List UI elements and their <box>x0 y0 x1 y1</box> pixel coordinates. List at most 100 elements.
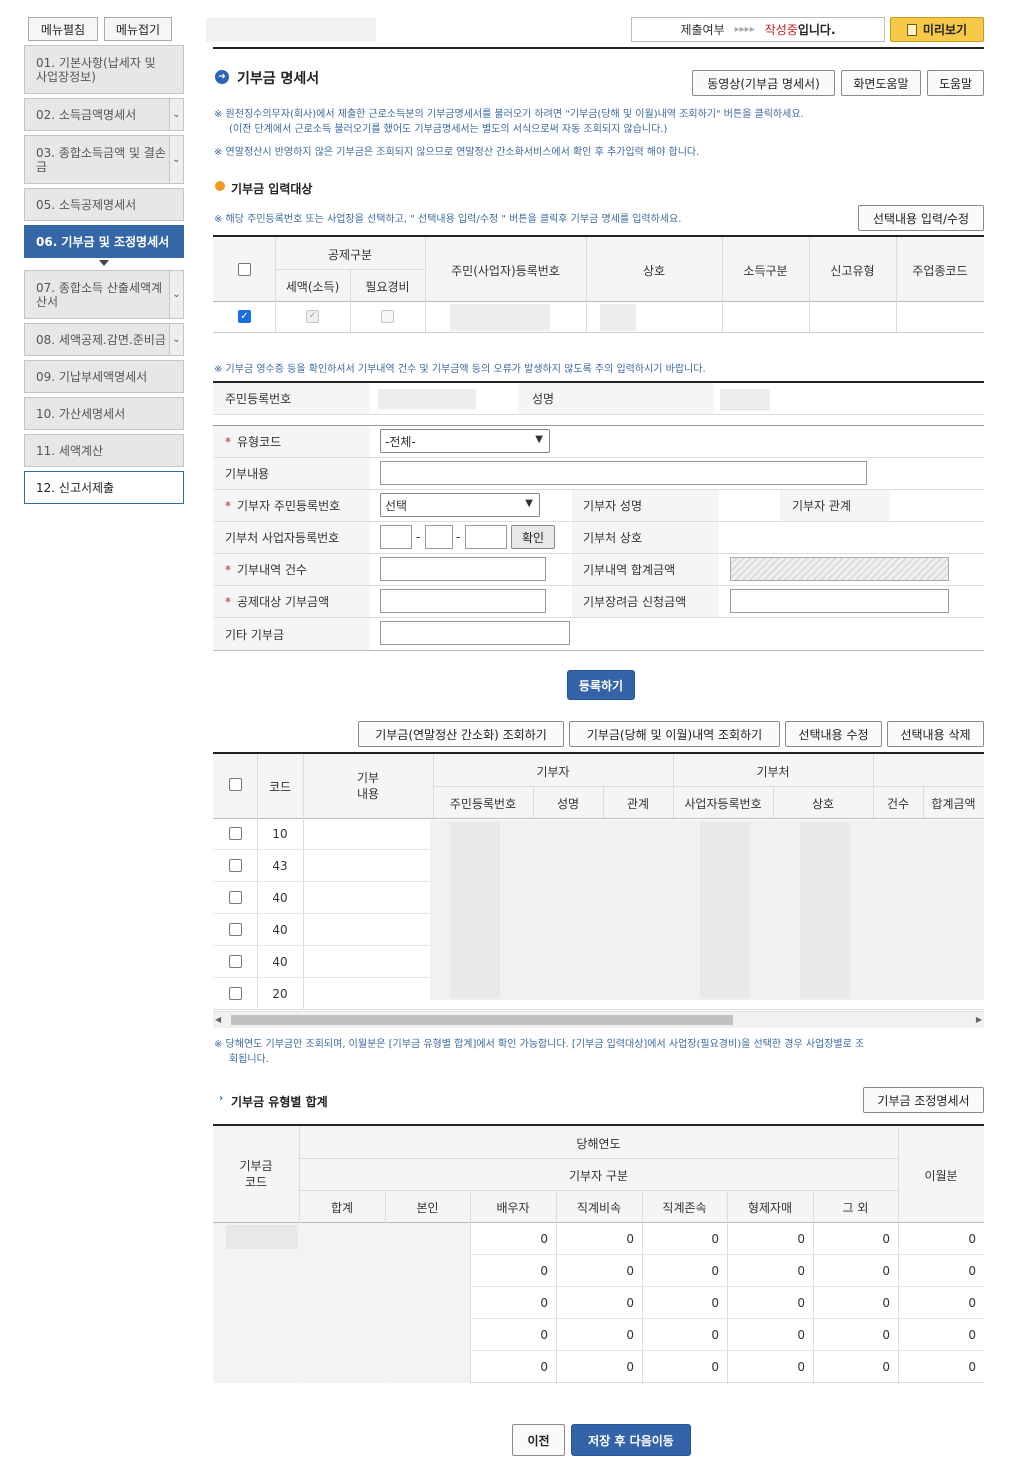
header-divider <box>213 47 984 49</box>
content-input[interactable] <box>380 461 867 485</box>
scrollbar-thumb[interactable] <box>231 1015 733 1025</box>
select-all-checkbox[interactable] <box>238 263 251 276</box>
sidebar-item-total-income[interactable]: 03. 종합소득금액 및 결손금 ⌄ <box>24 135 184 184</box>
sidebar-item-label: 08. 세액공제.감면.준비금 <box>36 332 166 347</box>
summary-row-descendant: 0 <box>626 1328 634 1342</box>
list-row-code: 20 <box>272 987 288 1001</box>
summary-row-carryover: 0 <box>968 1360 976 1374</box>
redacted-company <box>600 304 636 331</box>
redacted-header <box>206 18 376 42</box>
summary-row-ascendant: 0 <box>711 1328 719 1342</box>
count-input[interactable] <box>380 557 546 581</box>
sidebar-item-income-statement[interactable]: 02. 소득금액명세서 ⌄ <box>24 98 184 131</box>
note-current-year: ※ 당해연도 기부금만 조회되며, 이월분은 [기부금 유형별 합계]에서 확인… <box>214 1039 865 1050</box>
list-row-code: 40 <box>272 923 288 937</box>
video-help-button[interactable]: 동영상(기부금 명세서) <box>692 70 835 96</box>
summary-row-carryover: 0 <box>968 1264 976 1278</box>
delete-selected-row-button[interactable]: 선택내용 삭제 <box>887 721 984 747</box>
sidebar-item-income-deduction[interactable]: 05. 소득공제명세서 <box>24 188 184 221</box>
sidebar-item-tax-credit[interactable]: 08. 세액공제.감면.준비금 ⌄ <box>24 323 184 356</box>
list-row-checkbox[interactable] <box>229 859 242 872</box>
redacted-reg-no <box>450 304 550 331</box>
summary-row-descendant: 0 <box>626 1360 634 1374</box>
total-label: 기부내역 합계금액 <box>583 563 676 577</box>
scroll-left-icon[interactable]: ◀ <box>215 1015 221 1024</box>
count-label-text: 기부내역 건수 <box>237 563 308 577</box>
sidebar-item-donation[interactable]: 06. 기부금 및 조정명세서 <box>24 225 184 258</box>
header-company: 상호 <box>642 264 666 278</box>
biz-no-part3-input[interactable] <box>465 525 507 549</box>
preview-label: 미리보기 <box>922 23 968 37</box>
query-simple-button[interactable]: 기부금(연말정산 간소화) 조회하기 <box>358 721 564 747</box>
redacted-resident-no <box>378 389 476 409</box>
sidebar-item-basic-info[interactable]: 01. 기본사항(납세자 및 사업장정보) <box>24 45 184 94</box>
scroll-right-icon[interactable]: ▶ <box>976 1015 982 1024</box>
sidebar-item-tax-calc-statement[interactable]: 07. 종합소득 산출세액계산서 ⌄ <box>24 270 184 319</box>
help-button[interactable]: 도움말 <box>927 70 984 96</box>
biz-no-part2-input[interactable] <box>425 525 453 549</box>
preview-button[interactable]: 미리보기 <box>890 17 984 42</box>
incentive-label: 기부장려금 신청금액 <box>583 595 687 609</box>
summary-row-descendant: 0 <box>626 1264 634 1278</box>
type-code-select[interactable]: -전체- ▼ <box>380 429 550 453</box>
donor-id-select[interactable]: 선택 ▼ <box>380 493 540 517</box>
redacted-list-data <box>450 822 500 998</box>
tax-deduction-checkbox: ✓ <box>306 310 319 323</box>
summary-row-other: 0 <box>882 1296 890 1310</box>
edit-selected-row-button[interactable]: 선택내용 수정 <box>785 721 882 747</box>
other-donation-input[interactable] <box>380 621 570 645</box>
note-load-donations: ※ 원천징수의무자(회사)에서 제출한 근로소득분의 기부금명세서를 불러오기 … <box>214 109 804 120</box>
list-scrollbar[interactable]: ◀ ▶ <box>213 1011 984 1028</box>
chevron-down-icon[interactable]: ⌄ <box>169 99 183 130</box>
menu-expand-button[interactable]: 메뉴펼침 <box>28 17 98 41</box>
list-select-all-checkbox[interactable] <box>229 778 242 791</box>
summary-header-sibling: 형제자매 <box>747 1201 793 1215</box>
list-row-checkbox[interactable] <box>229 987 242 1000</box>
chevron-down-icon[interactable]: ⌄ <box>169 324 183 355</box>
summary-row-sibling: 0 <box>797 1232 805 1246</box>
menu-collapse-button[interactable]: 메뉴접기 <box>104 17 172 41</box>
redacted-name <box>720 389 770 411</box>
note-year-end: ※ 연말정산시 반영하지 않은 기부금은 조회되지 않으므로 연말정산 간소화서… <box>214 147 700 158</box>
sidebar-item-additional-tax[interactable]: 10. 가산세명세서 <box>24 397 184 430</box>
summary-row-descendant: 0 <box>626 1296 634 1310</box>
save-next-button[interactable]: 저장 후 다음이동 <box>571 1424 691 1456</box>
query-year-button[interactable]: 기부금(당해 및 이월)내역 조회하기 <box>569 721 780 747</box>
note-receipt-check: ※ 기부금 영수증 등을 확인하셔서 기부내역 건수 및 기부금액 등의 오류가… <box>214 364 706 375</box>
list-header-count: 건수 <box>886 797 910 811</box>
summary-row-spouse: 0 <box>540 1296 548 1310</box>
summary-row-carryover: 0 <box>968 1296 976 1310</box>
expense-checkbox[interactable] <box>381 310 394 323</box>
deduct-amount-input[interactable] <box>380 589 546 613</box>
screen-help-button[interactable]: 화면도움말 <box>841 70 921 96</box>
status-suffix: 입니다. <box>797 23 836 37</box>
sidebar-item-tax-computation[interactable]: 11. 세액계산 <box>24 434 184 467</box>
donor-id-label-text: 기부자 주민등록번호 <box>237 499 341 513</box>
list-row-checkbox[interactable] <box>229 923 242 936</box>
target-row-checkbox[interactable]: ✓ <box>238 310 251 323</box>
chevron-down-icon[interactable]: ⌄ <box>169 136 183 183</box>
header-reg-no: 주민(사업자)등록번호 <box>451 264 560 278</box>
edit-selected-button[interactable]: 선택내용 입력/수정 <box>858 205 984 231</box>
list-row-code: 40 <box>272 891 288 905</box>
other-donation-label: 기타 기부금 <box>225 628 285 642</box>
prev-button[interactable]: 이전 <box>512 1424 565 1456</box>
list-row-checkbox[interactable] <box>229 827 242 840</box>
summary-header-current-year: 당해연도 <box>576 1137 621 1151</box>
biz-no-confirm-button[interactable]: 확인 <box>511 525 555 549</box>
summary-row-ascendant: 0 <box>711 1296 719 1310</box>
status-text: 작성중입니다. <box>765 21 836 38</box>
incentive-input[interactable] <box>730 589 949 613</box>
target-section-title: 기부금 입력대상 <box>231 182 313 196</box>
register-button[interactable]: 등록하기 <box>567 670 635 700</box>
list-row-checkbox[interactable] <box>229 955 242 968</box>
adjust-statement-button[interactable]: 기부금 조정명세서 <box>863 1087 984 1113</box>
total-input-disabled <box>730 557 949 581</box>
summary-row-carryover: 0 <box>968 1328 976 1342</box>
list-row-checkbox[interactable] <box>229 891 242 904</box>
chevron-down-icon[interactable]: ⌄ <box>169 271 183 318</box>
sidebar-item-submit[interactable]: 12. 신고서제출 <box>24 471 184 504</box>
biz-no-part1-input[interactable] <box>380 525 412 549</box>
sidebar-item-prepaid-tax[interactable]: 09. 기납부세액명세서 <box>24 360 184 393</box>
count-label: * 기부내역 건수 <box>225 561 307 578</box>
